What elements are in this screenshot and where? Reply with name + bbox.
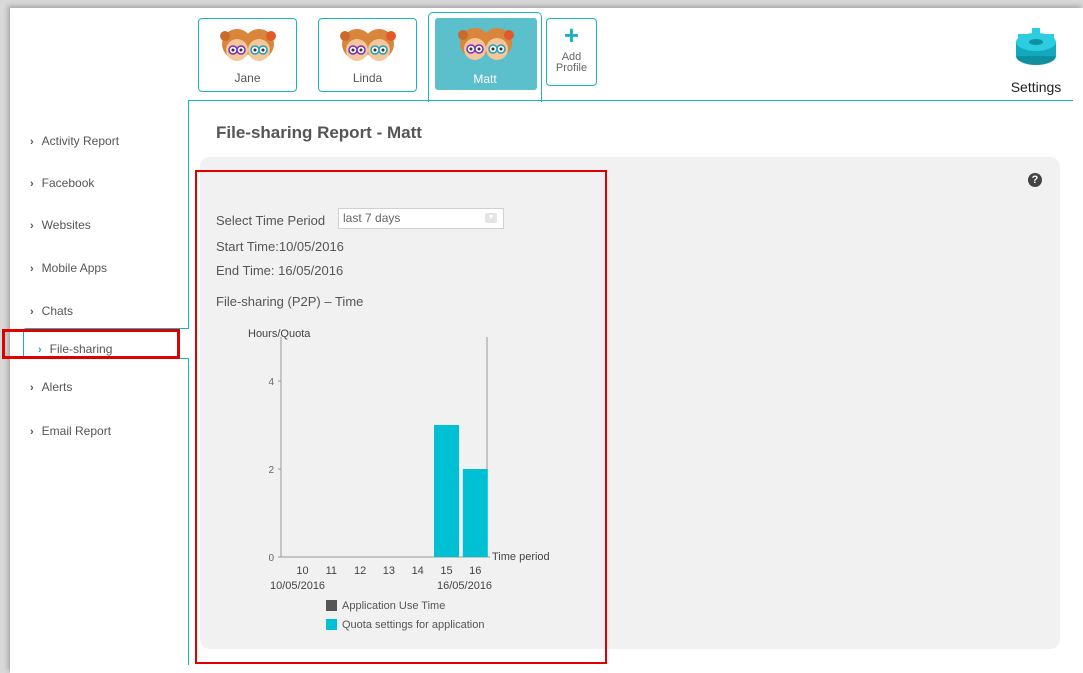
highlight-box-report <box>195 170 607 664</box>
